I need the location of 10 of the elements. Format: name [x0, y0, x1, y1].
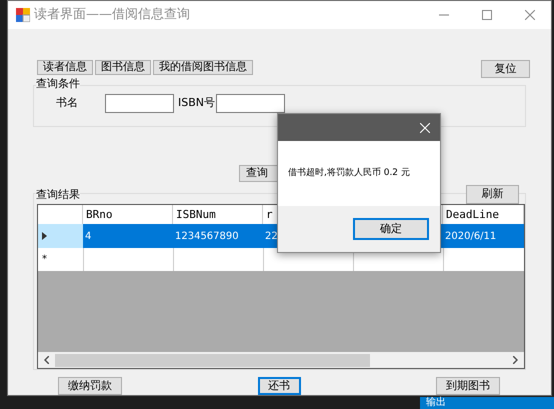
group-title: 查询结果	[36, 188, 80, 202]
table-cell-text: 22	[265, 230, 278, 244]
table-cell-text: 1234567890	[175, 230, 239, 244]
new-row-marker: *	[42, 253, 47, 267]
field-label: 书名	[56, 95, 79, 112]
window-title: 读者界面——借阅信息查询	[34, 6, 190, 24]
field-label: ISBN号	[178, 95, 216, 112]
table-cell-text: 2020/6/11	[445, 230, 496, 244]
group-title: 查询条件	[36, 77, 80, 91]
table-cell-text: 4	[85, 230, 92, 244]
